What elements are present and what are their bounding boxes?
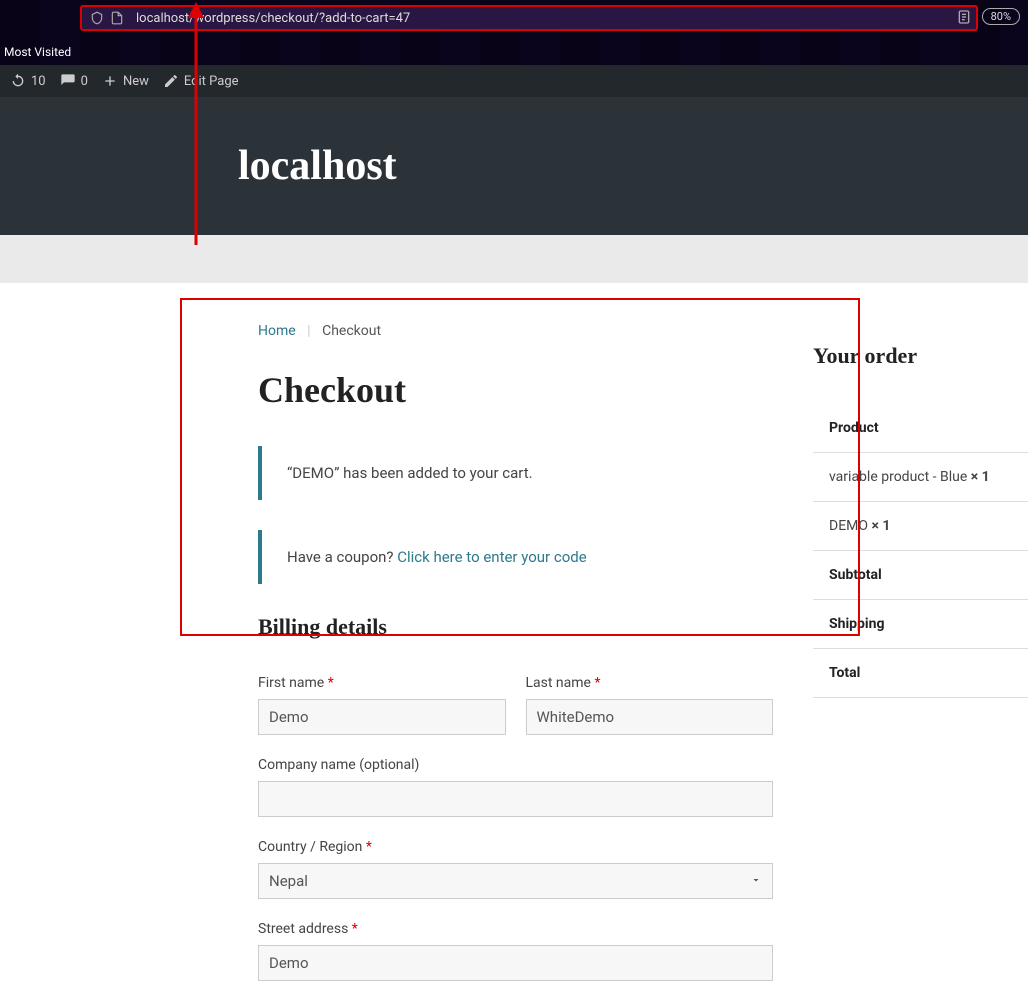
breadcrumb: Home | Checkout <box>258 323 773 339</box>
page-icon <box>110 11 124 25</box>
last-name-label: Last name * <box>526 675 774 691</box>
breadcrumb-current: Checkout <box>322 323 381 339</box>
country-value: Nepal <box>269 872 308 890</box>
notice-text: “DEMO” has been added to your cart. <box>287 464 533 482</box>
comment-icon <box>60 73 76 89</box>
reader-icon[interactable] <box>956 9 972 25</box>
order-heading: Your order <box>813 343 1028 369</box>
last-name-field[interactable] <box>526 699 774 735</box>
coupon-notice: Have a coupon? Click here to enter your … <box>258 530 773 584</box>
refresh-icon <box>10 73 26 89</box>
first-name-label: First name * <box>258 675 506 691</box>
order-subtotal: Subtotal <box>813 551 1028 600</box>
most-visited-link[interactable]: Most Visited <box>4 45 71 59</box>
page-title: Checkout <box>258 369 773 411</box>
country-label: Country / Region * <box>258 839 773 855</box>
coupon-link[interactable]: Click here to enter your code <box>397 548 586 566</box>
first-name-field[interactable] <box>258 699 506 735</box>
company-label: Company name (optional) <box>258 757 773 773</box>
plus-icon <box>102 73 118 89</box>
company-field[interactable] <box>258 781 773 817</box>
street-label: Street address * <box>258 921 773 937</box>
wp-admin-bar: 10 0 New Edit Page <box>0 65 1028 97</box>
billing-heading: Billing details <box>258 614 773 640</box>
url-text[interactable]: localhost/wordpress/checkout/?add-to-car… <box>132 11 976 26</box>
coupon-question: Have a coupon? <box>287 548 397 566</box>
wp-new[interactable]: New <box>102 73 149 89</box>
pencil-icon <box>163 73 179 89</box>
comments-count: 0 <box>81 74 88 89</box>
zoom-level[interactable]: 80% <box>982 8 1020 25</box>
order-header-product: Product <box>813 404 1028 453</box>
order-table: Product variable product - Blue × 1 DEMO… <box>813 404 1028 698</box>
chevron-down-icon <box>750 872 762 890</box>
url-bar[interactable]: localhost/wordpress/checkout/?add-to-car… <box>80 5 978 31</box>
site-header: localhost <box>0 97 1028 235</box>
breadcrumb-home[interactable]: Home <box>258 323 296 339</box>
new-label: New <box>123 74 149 89</box>
site-title[interactable]: localhost <box>238 142 1028 190</box>
shield-icon[interactable] <box>90 11 104 25</box>
street-field[interactable] <box>258 945 773 981</box>
order-item: DEMO × 1 <box>813 502 1028 551</box>
wp-comments[interactable]: 0 <box>60 73 88 89</box>
content-strip <box>0 235 1028 283</box>
wp-updates[interactable]: 10 <box>10 73 46 89</box>
browser-chrome: localhost/wordpress/checkout/?add-to-car… <box>0 0 1028 65</box>
wp-edit-page[interactable]: Edit Page <box>163 73 239 89</box>
breadcrumb-sep: | <box>307 323 310 339</box>
order-shipping: Shipping <box>813 600 1028 649</box>
country-select[interactable]: Nepal <box>258 863 773 899</box>
updates-count: 10 <box>31 74 46 89</box>
cart-added-notice: “DEMO” has been added to your cart. <box>258 446 773 500</box>
order-item: variable product - Blue × 1 <box>813 453 1028 502</box>
edit-page-label: Edit Page <box>184 74 239 89</box>
order-total: Total <box>813 649 1028 698</box>
